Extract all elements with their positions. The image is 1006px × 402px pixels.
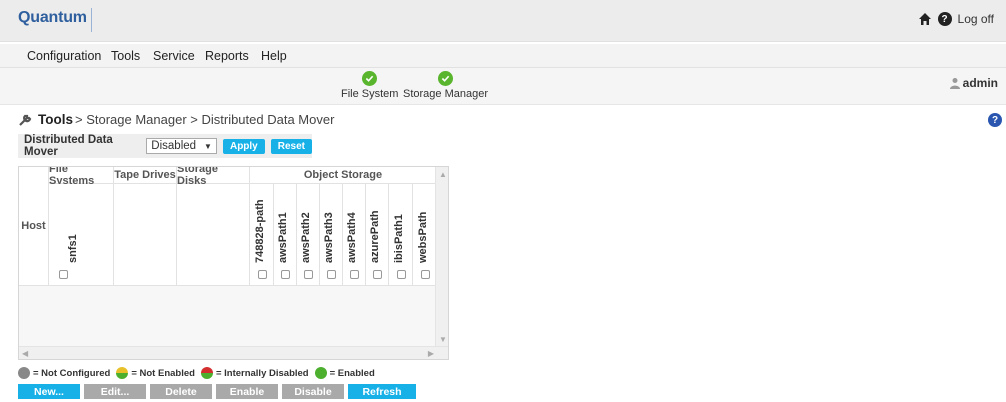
os-checkbox[interactable] xyxy=(281,270,290,279)
user-icon xyxy=(949,78,960,89)
disable-button[interactable]: Disable xyxy=(282,384,344,399)
os-label: awsPath4 xyxy=(346,212,358,263)
not-configured-icon xyxy=(18,367,30,379)
fs-column-snfs1: snfs1 xyxy=(49,184,114,286)
help-icon[interactable]: ? xyxy=(937,12,952,26)
delete-button[interactable]: Delete xyxy=(150,384,212,399)
breadcrumb-path: > Storage Manager > Distributed Data Mov… xyxy=(75,112,335,127)
os-column: websPath xyxy=(413,184,437,286)
chevron-down-icon: ▼ xyxy=(204,141,212,151)
os-checkbox[interactable] xyxy=(257,270,267,279)
os-column: ibisPath1 xyxy=(389,184,413,286)
status-storage-manager[interactable]: Storage Manager xyxy=(403,71,488,100)
os-checkbox[interactable] xyxy=(373,270,382,279)
breadcrumb: Tools > Storage Manager > Distributed Da… xyxy=(18,112,334,127)
scroll-up-icon[interactable]: ▲ xyxy=(439,170,447,179)
legend-not-enabled: = Not Enabled xyxy=(131,367,195,379)
status-file-system[interactable]: File System xyxy=(341,71,398,100)
os-label: awsPath3 xyxy=(323,212,335,263)
os-checkbox[interactable] xyxy=(304,270,313,279)
os-column: awsPath4 xyxy=(343,184,366,286)
os-checkbox[interactable] xyxy=(350,270,359,279)
menu-tools[interactable]: Tools xyxy=(111,49,140,63)
menu-bar: Configuration Tools Service Reports Help xyxy=(0,44,1006,68)
internally-disabled-icon xyxy=(200,367,213,379)
legend-internally-disabled: = Internally Disabled xyxy=(215,367,309,379)
object-storage-header: Object Storage xyxy=(250,167,437,184)
file-systems-header: File Systems xyxy=(49,167,114,187)
os-checkbox[interactable] xyxy=(420,270,430,279)
os-column: awsPath2 xyxy=(297,184,320,286)
page-help-icon[interactable]: ? xyxy=(988,113,1002,127)
host-header: Host xyxy=(19,167,49,286)
storage-disks-header: Storage Disks xyxy=(177,167,250,187)
horizontal-scrollbar[interactable]: ◀ ▶ xyxy=(19,346,448,359)
reset-button[interactable]: Reset xyxy=(270,138,312,154)
menu-reports[interactable]: Reports xyxy=(205,49,249,63)
scroll-right-icon[interactable]: ▶ xyxy=(428,349,434,358)
scroll-down-icon[interactable]: ▼ xyxy=(439,335,447,344)
os-checkbox[interactable] xyxy=(396,270,406,279)
status-bar: File System Storage Manager admin xyxy=(0,68,1006,105)
tape-drives-header: Tape Drives xyxy=(114,167,177,184)
ddm-label: Distributed Data Mover xyxy=(24,134,113,158)
status-legend: = Not Configured = Not Enabled = Interna… xyxy=(18,367,375,379)
storage-disks-column xyxy=(177,184,250,286)
ddm-table: Host File Systems Tape Drives Storage Di… xyxy=(18,166,449,360)
os-column: awsPath1 xyxy=(274,184,297,286)
user-name: admin xyxy=(962,76,998,90)
new-button[interactable]: New... xyxy=(18,384,80,399)
os-label: awsPath2 xyxy=(300,212,312,263)
menu-configuration[interactable]: Configuration xyxy=(27,49,101,63)
os-label: ibisPath1 xyxy=(392,214,405,263)
vertical-scrollbar[interactable]: ▲ ▼ xyxy=(435,167,448,347)
top-bar: Quantum ? Log off xyxy=(0,0,1006,42)
os-label: 748828-path xyxy=(253,199,266,263)
os-column: awsPath3 xyxy=(320,184,343,286)
os-column: azurePath xyxy=(366,184,389,286)
tape-drives-column xyxy=(114,184,177,286)
not-enabled-icon xyxy=(116,367,129,379)
check-icon xyxy=(438,71,453,86)
enable-button[interactable]: Enable xyxy=(216,384,278,399)
os-checkbox[interactable] xyxy=(327,270,336,279)
os-label: websPath xyxy=(416,211,429,263)
ddm-toolbar: Distributed Data Mover Disabled ▼ Apply … xyxy=(18,134,312,158)
status-label: Storage Manager xyxy=(403,88,488,100)
ddm-select[interactable]: Disabled ▼ xyxy=(146,138,217,154)
status-label: File System xyxy=(341,88,399,100)
home-icon[interactable] xyxy=(918,12,932,26)
os-label: azurePath xyxy=(369,210,381,263)
top-right-actions: ? Log off xyxy=(918,12,994,26)
fs-label: snfs1 xyxy=(67,234,79,263)
fs-checkbox[interactable] xyxy=(59,270,68,279)
edit-button[interactable]: Edit... xyxy=(84,384,146,399)
os-column: 748828-path xyxy=(250,184,274,286)
check-icon xyxy=(362,71,378,86)
apply-button[interactable]: Apply xyxy=(222,138,265,154)
action-buttons: New... Edit... Delete Enable Disable Ref… xyxy=(18,384,416,399)
logoff-link[interactable]: Log off xyxy=(958,12,994,26)
os-label: awsPath1 xyxy=(277,212,289,263)
breadcrumb-tools[interactable]: Tools xyxy=(38,112,73,127)
user-menu[interactable]: admin xyxy=(949,76,998,90)
enabled-icon xyxy=(314,367,327,379)
scroll-left-icon[interactable]: ◀ xyxy=(22,349,28,358)
legend-enabled: = Enabled xyxy=(329,367,375,379)
legend-not-configured: = Not Configured xyxy=(33,367,111,379)
wrench-icon xyxy=(19,114,32,126)
logo-divider xyxy=(91,8,92,32)
quantum-logo: Quantum xyxy=(18,9,87,26)
refresh-button[interactable]: Refresh xyxy=(348,384,416,399)
menu-service[interactable]: Service xyxy=(153,49,195,63)
menu-help[interactable]: Help xyxy=(261,49,287,63)
ddm-select-value: Disabled xyxy=(151,140,197,152)
